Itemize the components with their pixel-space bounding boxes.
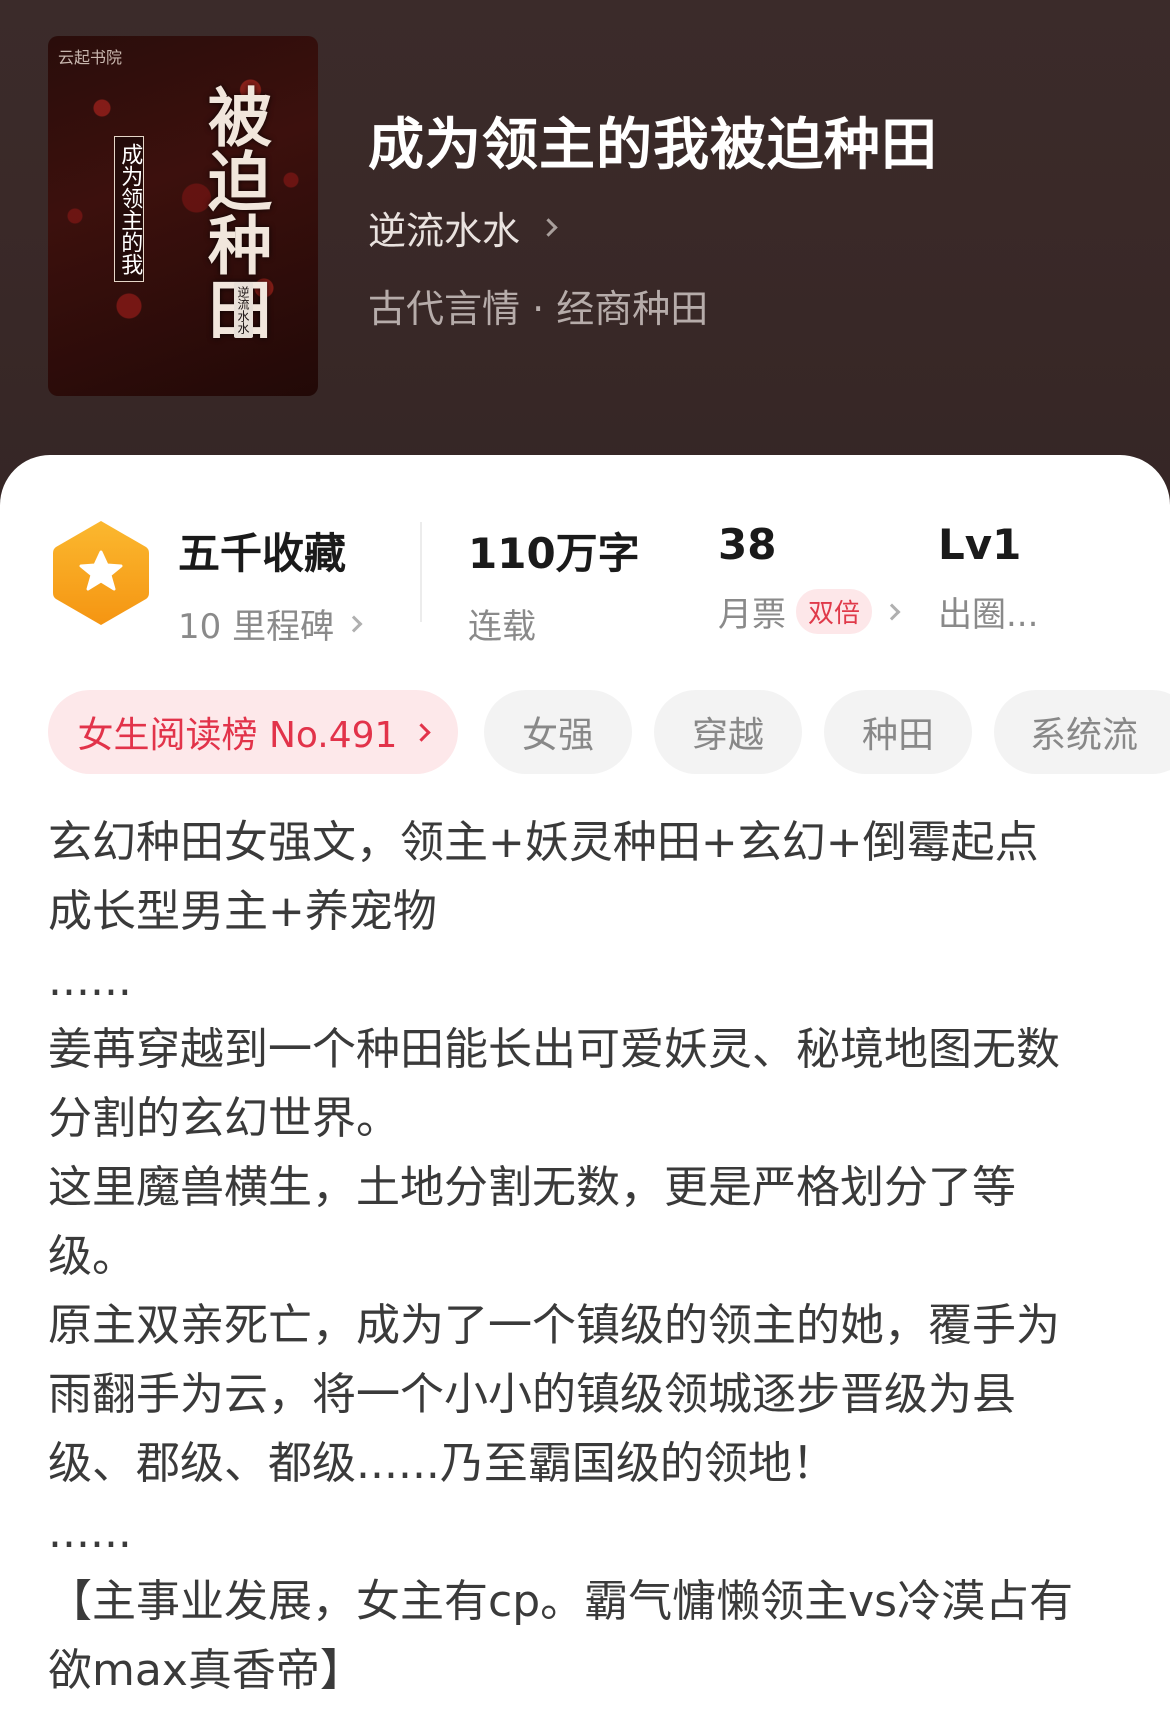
monthly-votes-stat[interactable]: 38 月票 双倍 [718, 520, 901, 636]
tag-item[interactable]: 女强 [484, 690, 632, 774]
cover-publisher-logo: 云起书院 [58, 48, 123, 67]
cover-author: 逆流水水 [234, 282, 253, 338]
book-title: 成为领主的我被迫种田 [368, 113, 938, 178]
tag-item[interactable]: 穿越 [654, 690, 802, 774]
collection-title: 五千收藏 [178, 529, 347, 578]
description-paragraph: 姜苒穿越到一个种田能长出可爱妖灵、秘境地图无数 分割的玄幻世界。 [48, 1024, 1060, 1144]
milestone-label: 10 里程碑 [178, 607, 335, 647]
monthly-votes-label: 月票 [718, 595, 786, 635]
rank-tag[interactable]: 女生阅读榜 No.491 [48, 690, 458, 774]
cover-subtitle: 成为领主的我 [114, 136, 145, 282]
level-value: Lv1 [938, 520, 1022, 569]
genre-label: 古代言情 · 经商种田 [368, 287, 709, 331]
chevron-right-icon [883, 603, 901, 620]
rank-label: 女生阅读榜 No.491 [77, 715, 398, 756]
serial-status: 连载 [468, 607, 536, 647]
book-description: 玄幻种田女强文，领主+妖灵种田+玄幻+倒霉起点 成长型男主+养宠物 ......… [48, 808, 1138, 1705]
double-votes-badge: 双倍 [796, 589, 873, 634]
monthly-votes-count: 38 [718, 520, 777, 569]
description-paragraph: 这里魔兽横生，土地分割无数，更是严格划分了等 级。 [48, 1162, 1016, 1282]
level-stat[interactable]: Lv1 出圈... [938, 520, 1038, 636]
description-paragraph: 原主双亲死亡，成为了一个镇级的领主的她，覆手为 雨翻手为云，将一个小小的镇级领城… [48, 1300, 1060, 1489]
book-cover[interactable]: 云起书院 成为领主的我 被迫种田 逆流水水 [48, 36, 318, 396]
description-paragraph: ...... [48, 955, 132, 1006]
author-name: 逆流水水 [368, 209, 521, 253]
level-label: 出圈... [938, 595, 1039, 635]
collection-badge-icon [53, 521, 149, 625]
tag-item[interactable]: 系统流 [994, 690, 1170, 774]
description-paragraph: ...... [48, 1507, 132, 1558]
description-paragraph: 【主事业发展，女主有cp。霸气慵懒领主vs冷漠占有 欲max真香帝】 [48, 1576, 1074, 1696]
collection-stat[interactable]: 五千收藏 10 里程碑 [178, 520, 363, 648]
tag-row: 女生阅读榜 No.491 女强 穿越 种田 系统流 [48, 690, 1170, 774]
chevron-right-icon [539, 218, 558, 237]
tag-item[interactable]: 种田 [824, 690, 972, 774]
description-paragraph: 玄幻种田女强文，领主+妖灵种田+玄幻+倒霉起点 成长型男主+养宠物 [48, 817, 1039, 937]
author-link[interactable]: 逆流水水 [368, 200, 558, 255]
chevron-right-icon [345, 615, 363, 632]
chevron-right-icon [412, 722, 432, 742]
stats-divider [420, 522, 422, 622]
word-count: 110万字 [468, 529, 640, 578]
word-count-stat: 110万字 连载 [468, 520, 640, 648]
